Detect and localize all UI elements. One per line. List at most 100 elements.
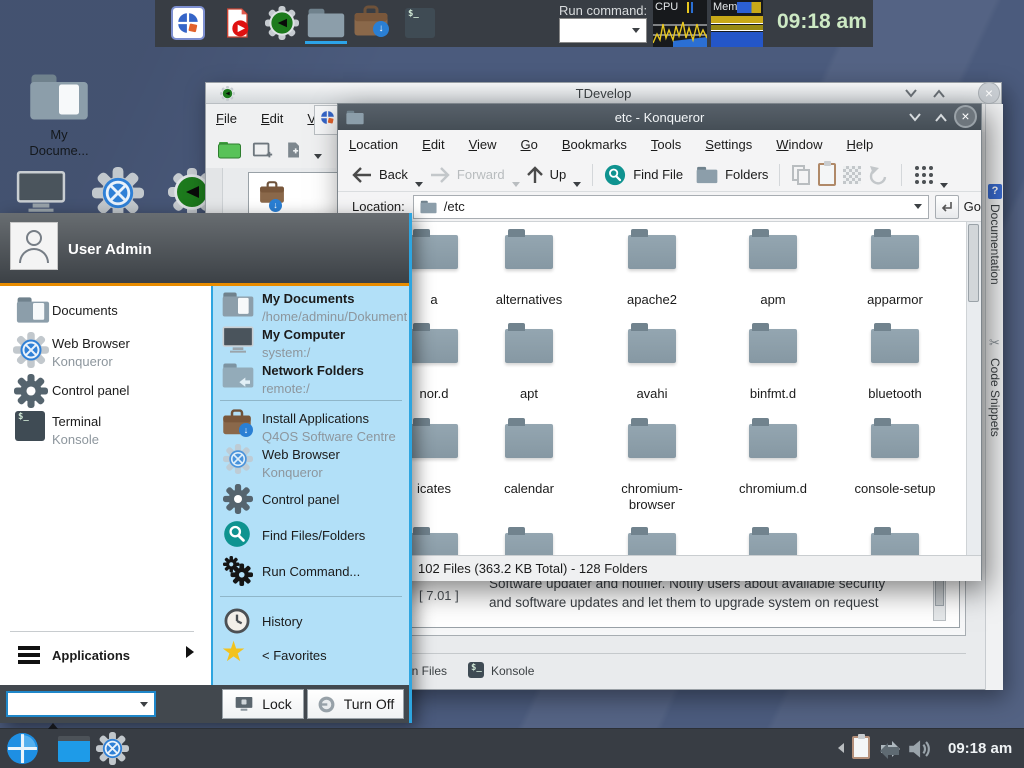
tab-konsole[interactable]: Konsole <box>491 664 534 678</box>
tab-documentation[interactable]: Documentation <box>988 204 1002 285</box>
forward-icon[interactable] <box>430 167 450 183</box>
minimize-icon[interactable] <box>908 112 922 123</box>
chevron-down-icon[interactable] <box>573 182 581 187</box>
back-icon[interactable] <box>352 167 372 183</box>
up-label[interactable]: Up <box>550 167 567 182</box>
scrollbar-thumb[interactable] <box>968 224 979 302</box>
menu-item-control-panel[interactable] <box>14 374 48 413</box>
forward-label[interactable]: Forward <box>457 167 505 182</box>
menu-item-control-panel[interactable] <box>223 484 253 519</box>
menu-item-run-command[interactable] <box>223 556 253 591</box>
panel-clock[interactable]: 09:18 am <box>777 10 867 34</box>
menu-search-input[interactable] <box>6 691 156 717</box>
start-button[interactable] <box>6 732 39 768</box>
open-folder-icon[interactable] <box>218 140 242 160</box>
menu-item-label[interactable]: History <box>262 614 302 629</box>
tray-klipper-icon[interactable] <box>878 737 902 766</box>
up-icon[interactable] <box>527 166 543 184</box>
find-file-icon[interactable] <box>604 164 626 186</box>
chevron-down-icon[interactable] <box>914 204 922 209</box>
menu-item-label[interactable]: Find Files/Folders <box>262 528 365 543</box>
menu-item-web-browser[interactable] <box>13 332 49 373</box>
panel-launcher-software-centre[interactable]: ↓ <box>353 5 389 44</box>
menu-item-network-folders[interactable] <box>222 362 254 394</box>
menu-help[interactable]: Help <box>847 137 874 152</box>
fill-pattern-icon[interactable] <box>843 166 861 184</box>
menu-item-terminal[interactable] <box>15 411 45 441</box>
panel-launcher-file-manager[interactable] <box>307 7 345 44</box>
tdevelop-titlebar[interactable]: TDevelop × <box>206 83 1001 104</box>
menu-item-label[interactable]: Run Command... <box>262 564 360 579</box>
close-icon[interactable]: × <box>954 105 977 128</box>
desktop-icon-my-computer[interactable] <box>16 170 66 219</box>
paste-icon[interactable] <box>818 163 836 186</box>
panel-hide-arrow-icon[interactable] <box>48 723 58 729</box>
close-icon[interactable]: × <box>978 82 1000 104</box>
konqueror-titlebar[interactable]: etc - Konqueror × <box>338 104 981 130</box>
panel-launcher-updater[interactable] <box>265 6 299 45</box>
tab-find-in-files[interactable]: in Files <box>409 664 447 678</box>
avatar[interactable] <box>10 222 58 270</box>
menu-file[interactable]: File <box>216 111 237 126</box>
lock-button[interactable]: Lock <box>222 689 304 719</box>
menu-item-label[interactable]: Control panel <box>52 383 129 398</box>
back-label[interactable]: Back <box>379 167 408 182</box>
taskbar-show-desktop[interactable] <box>58 736 90 762</box>
menu-edit[interactable]: Edit <box>261 111 283 126</box>
menu-item-label[interactable]: Web Browser <box>262 447 340 462</box>
menu-item-label[interactable]: My Documents <box>262 291 354 306</box>
menu-item-my-documents[interactable] <box>222 291 254 323</box>
run-command-input[interactable] <box>559 18 647 43</box>
menu-item-install-applications[interactable]: ↓ <box>222 409 252 442</box>
menu-item-label[interactable]: Terminal <box>52 414 101 429</box>
chevron-down-icon[interactable] <box>940 183 948 188</box>
chevron-down-icon[interactable] <box>632 28 640 33</box>
tray-clipboard-icon[interactable] <box>852 736 870 759</box>
chevron-down-icon[interactable] <box>140 702 148 707</box>
find-file-label[interactable]: Find File <box>633 167 683 182</box>
menu-bookmarks[interactable]: Bookmarks <box>562 137 627 152</box>
chevron-down-icon[interactable] <box>512 182 520 187</box>
go-label[interactable]: Go <box>964 199 981 214</box>
chevron-down-icon[interactable] <box>314 154 322 159</box>
menu-location[interactable]: Location <box>349 137 398 152</box>
view-mode-grid-icon[interactable] <box>915 166 919 170</box>
location-input[interactable]: /etc <box>413 195 929 219</box>
turn-off-button[interactable]: Turn Off <box>307 689 404 719</box>
menu-item-label[interactable]: Documents <box>52 303 118 318</box>
menu-item-my-computer[interactable] <box>222 326 254 359</box>
mem-monitor[interactable]: Mem <box>711 0 763 47</box>
folders-label[interactable]: Folders <box>725 167 768 182</box>
folders-icon[interactable] <box>696 166 718 184</box>
tab-code-snippets[interactable]: Code Snippets <box>988 358 1002 437</box>
minimize-icon[interactable] <box>904 88 918 99</box>
menu-item-label[interactable]: Web Browser <box>52 336 130 351</box>
new-window-icon[interactable] <box>252 140 274 160</box>
menu-window[interactable]: Window <box>776 137 822 152</box>
maximize-icon[interactable] <box>932 88 946 99</box>
applications-label[interactable]: Applications <box>52 648 130 663</box>
menu-edit[interactable]: Edit <box>422 137 444 152</box>
menu-view[interactable]: View <box>469 137 497 152</box>
new-document-icon[interactable] <box>284 140 304 160</box>
menu-item-label[interactable]: Install Applications <box>262 411 369 426</box>
panel-launcher-presentation[interactable] <box>221 6 253 45</box>
menu-item-documents[interactable] <box>16 296 50 329</box>
tray-volume-icon[interactable] <box>906 736 932 767</box>
go-enter-button[interactable] <box>935 195 959 219</box>
taskbar-konqueror[interactable] <box>96 732 129 768</box>
panel-launcher-q4os[interactable] <box>171 6 205 40</box>
copy-icon[interactable] <box>791 164 811 186</box>
menu-item-favorites[interactable]: < Favorites <box>262 648 327 663</box>
desktop-icon-my-documents[interactable]: My Docume... <box>28 72 90 159</box>
menu-tools[interactable]: Tools <box>651 137 681 152</box>
chevron-down-icon[interactable] <box>415 182 423 187</box>
menu-item-find-files[interactable] <box>223 520 251 553</box>
menu-go[interactable]: Go <box>521 137 538 152</box>
cpu-monitor[interactable]: CPU <box>653 0 707 47</box>
panel-launcher-terminal[interactable] <box>405 8 435 38</box>
undo-icon[interactable] <box>868 165 890 185</box>
tray-expand-arrow-icon[interactable] <box>838 743 844 753</box>
content-scrollbar[interactable] <box>966 222 981 555</box>
taskbar-clock[interactable]: 09:18 am <box>948 740 1012 757</box>
